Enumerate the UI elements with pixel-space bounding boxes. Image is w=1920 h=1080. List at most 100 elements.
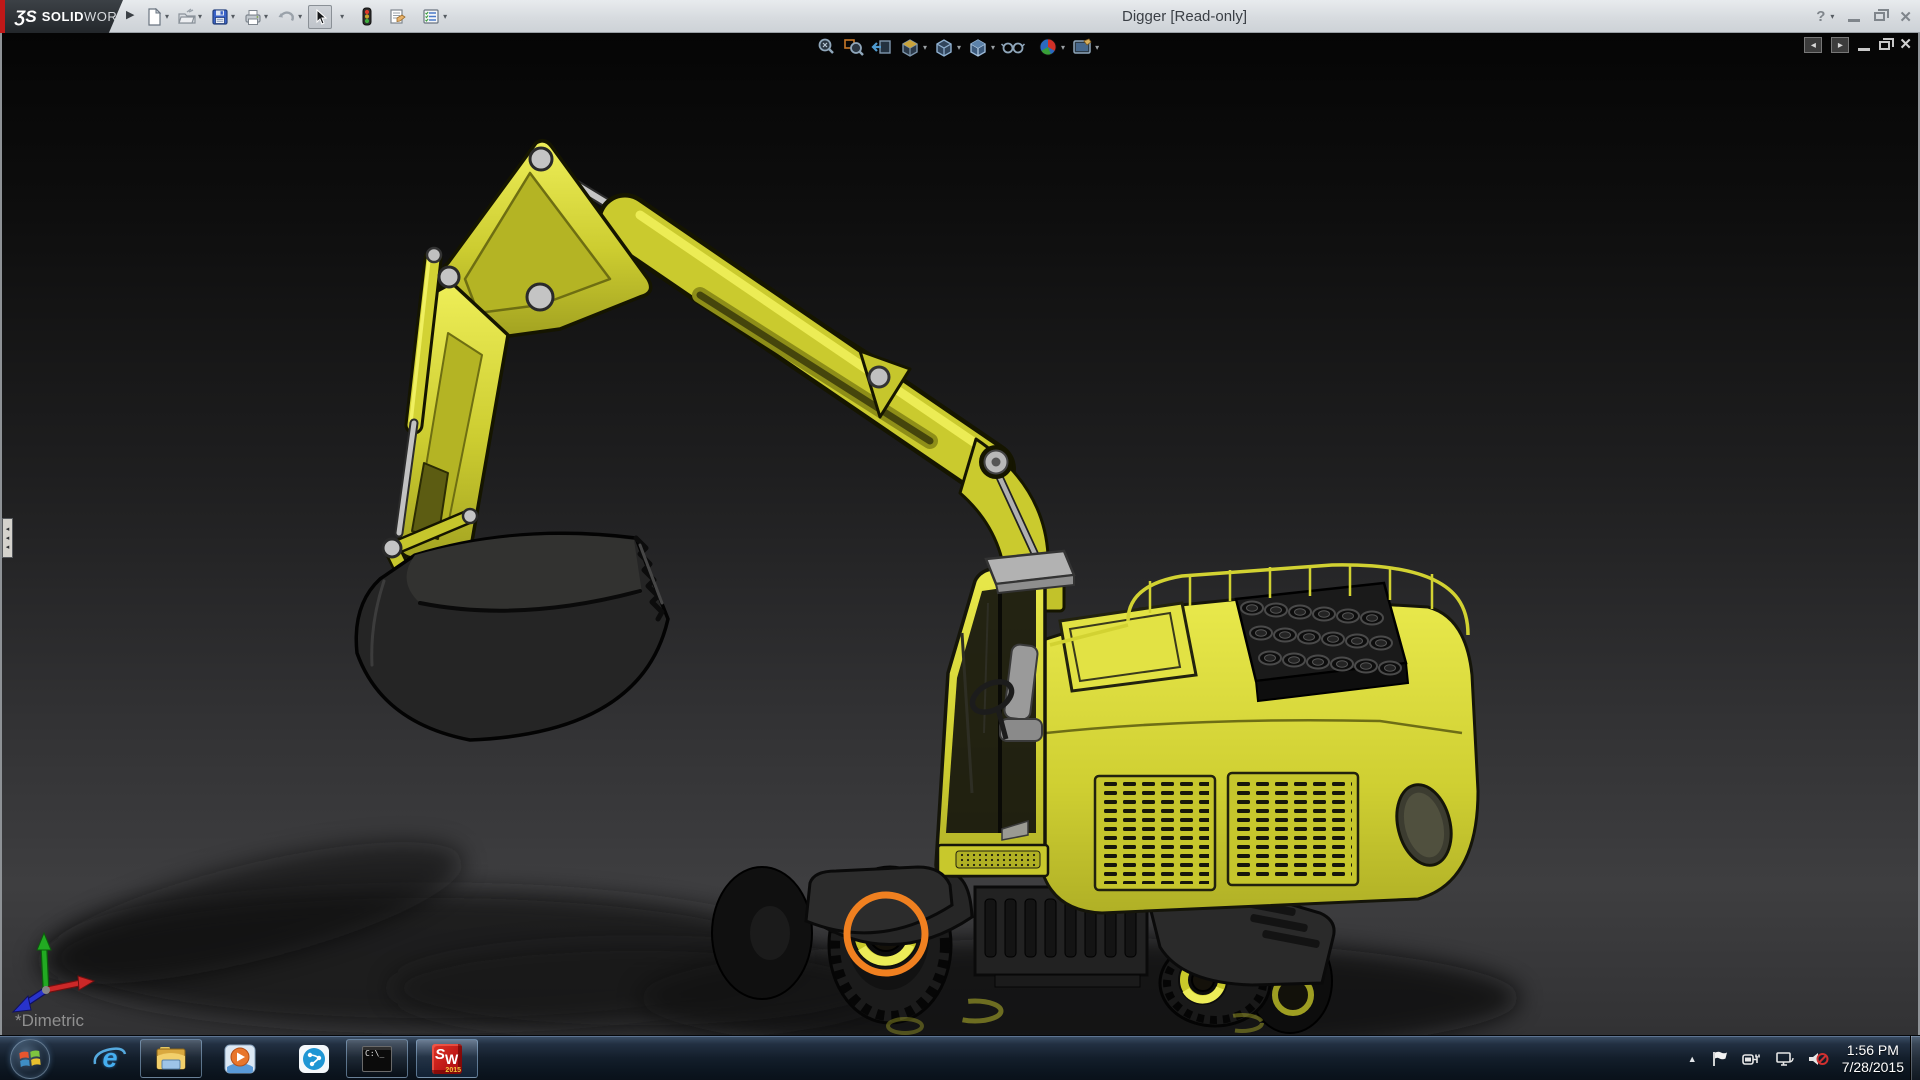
file-properties-icon [388, 8, 407, 26]
folder-icon [154, 1044, 188, 1074]
taskbar-network-app[interactable] [290, 1039, 338, 1078]
ie-orbit-ring [91, 1044, 129, 1074]
solidworks-window: ƷS SOLIDWORKS ▶ ▾ ▾ ▾ ▾ ▾ [0, 0, 1920, 1080]
upper-body[interactable] [1040, 564, 1478, 913]
solidworks-app-icon: S W 2015 [432, 1044, 462, 1074]
action-center-flag-icon[interactable] [1710, 1050, 1728, 1068]
collapse-arrow-icon: ◂ [6, 534, 10, 543]
display-style-icon [967, 37, 989, 57]
view-settings-button[interactable]: ▾ [1068, 36, 1102, 58]
save-floppy-icon [211, 8, 229, 26]
show-desktop-button[interactable] [1910, 1036, 1920, 1080]
rebuild-traffic-light-icon [361, 7, 373, 26]
close-button[interactable]: ✕ [1899, 8, 1912, 26]
system-tray: ▲ 1:56 PM 7/28/2015 [1688, 1036, 1904, 1080]
options-button[interactable]: ▾ [419, 5, 450, 29]
standard-toolbar: ▾ ▾ ▾ ▾ ▾ ▾ [142, 2, 453, 31]
feature-pane-prev-button[interactable]: ◂ [1804, 37, 1822, 53]
print-button[interactable]: ▾ [241, 5, 271, 29]
open-folder-icon [178, 8, 196, 26]
feature-pane-next-button[interactable]: ▸ [1831, 37, 1849, 53]
print-dropdown[interactable]: ▾ [264, 12, 268, 21]
brand-red-strip [0, 0, 5, 33]
minimize-button[interactable] [1848, 19, 1860, 22]
previous-view-button[interactable] [868, 36, 896, 58]
window-controls: ? ▾ ✕ [1816, 0, 1912, 33]
document-minimize-button[interactable] [1858, 48, 1870, 51]
select-dropdown-button[interactable]: ▾ [335, 9, 347, 24]
options-icon [422, 8, 441, 26]
network-status-icon[interactable] [1774, 1050, 1794, 1068]
view-orientation-cube-icon [933, 37, 955, 57]
brand-solid-text: SOLID [42, 9, 84, 24]
view-orientation-dropdown[interactable]: ▾ [957, 43, 961, 52]
windows-taskbar: e [0, 1035, 1920, 1080]
collapse-arrow-icon: ◂ [6, 525, 10, 534]
solidworks-logo: ƷS SOLIDWORKS [5, 0, 123, 33]
panel-splitter-tab[interactable]: ◂ ◂ ◂ [2, 518, 13, 558]
save-dropdown[interactable]: ▾ [231, 12, 235, 21]
section-view-button[interactable]: ▾ [896, 36, 930, 58]
restore-button[interactable] [1874, 12, 1885, 21]
taskbar-media-player[interactable] [216, 1039, 264, 1078]
clock-date: 7/28/2015 [1842, 1059, 1904, 1076]
window-title: Digger [Read-only] [1122, 0, 1247, 33]
undo-button[interactable]: ▾ [274, 5, 305, 29]
display-style-button[interactable]: ▾ [964, 36, 998, 58]
open-dropdown[interactable]: ▾ [198, 12, 202, 21]
excavator-model[interactable] [0, 33, 1920, 1035]
new-dropdown[interactable]: ▾ [165, 12, 169, 21]
command-prompt-icon: C:\_ [362, 1046, 392, 1072]
view-settings-dropdown[interactable]: ▾ [1095, 43, 1099, 52]
media-player-icon [223, 1043, 257, 1075]
hide-show-items-button[interactable] [998, 36, 1028, 58]
view-orientation-button[interactable]: ▾ [930, 36, 964, 58]
zoom-to-fit-icon [815, 37, 837, 57]
taskbar-solidworks[interactable]: S W 2015 [416, 1039, 478, 1078]
undo-dropdown[interactable]: ▾ [298, 12, 302, 21]
undo-icon [277, 8, 296, 26]
print-icon [244, 8, 262, 26]
title-bar: ƷS SOLIDWORKS ▶ ▾ ▾ ▾ ▾ ▾ [0, 0, 1920, 33]
graphics-viewport[interactable]: ▾ ▾ ▾ ▾ ▾ ◂ ▸ [0, 33, 1920, 1035]
power-plug-icon[interactable] [1741, 1050, 1761, 1068]
zoom-to-area-icon [843, 37, 865, 57]
help-dropdown[interactable]: ▾ [1830, 12, 1834, 21]
show-hidden-icons-button[interactable]: ▲ [1688, 1054, 1697, 1064]
select-cursor-icon [311, 8, 329, 26]
3ds-mark-icon: ƷS [15, 7, 37, 27]
section-view-dropdown[interactable]: ▾ [923, 43, 927, 52]
display-style-dropdown[interactable]: ▾ [991, 43, 995, 52]
save-button[interactable]: ▾ [208, 5, 238, 29]
document-restore-button[interactable] [1879, 41, 1890, 50]
zoom-to-area-button[interactable] [840, 36, 868, 58]
view-settings-icon [1071, 37, 1093, 57]
start-button[interactable] [10, 1039, 50, 1079]
new-button[interactable]: ▾ [142, 5, 172, 29]
taskbar-windows-explorer[interactable] [140, 1039, 202, 1078]
help-button[interactable]: ? [1816, 8, 1825, 25]
previous-view-icon [871, 37, 893, 57]
open-button[interactable]: ▾ [175, 5, 205, 29]
taskbar-internet-explorer[interactable]: e [88, 1039, 132, 1078]
select-dropdown[interactable]: ▾ [340, 12, 344, 21]
file-properties-button[interactable] [385, 5, 410, 29]
rebuild-button[interactable] [358, 4, 376, 29]
document-window-controls: ◂ ▸ ✕ [1804, 37, 1912, 53]
clock-time: 1:56 PM [1842, 1042, 1904, 1059]
bucket[interactable] [356, 533, 668, 740]
hide-show-glasses-icon [1001, 37, 1025, 57]
document-close-button[interactable]: ✕ [1899, 38, 1912, 52]
section-view-icon [899, 37, 921, 57]
taskbar-clock[interactable]: 1:56 PM 7/28/2015 [1842, 1042, 1904, 1076]
taskbar-command-prompt[interactable]: C:\_ [346, 1039, 408, 1078]
zoom-to-fit-button[interactable] [812, 36, 840, 58]
apply-scene-button[interactable]: ▾ [1034, 36, 1068, 58]
options-dropdown[interactable]: ▾ [443, 12, 447, 21]
menu-expand-icon[interactable]: ▶ [126, 8, 134, 21]
volume-muted-icon[interactable] [1807, 1050, 1829, 1068]
select-button[interactable] [308, 5, 332, 29]
view-orientation-label: *Dimetric [15, 1011, 84, 1031]
heads-up-view-toolbar: ▾ ▾ ▾ ▾ ▾ [812, 35, 1102, 59]
apply-scene-dropdown[interactable]: ▾ [1061, 43, 1065, 52]
